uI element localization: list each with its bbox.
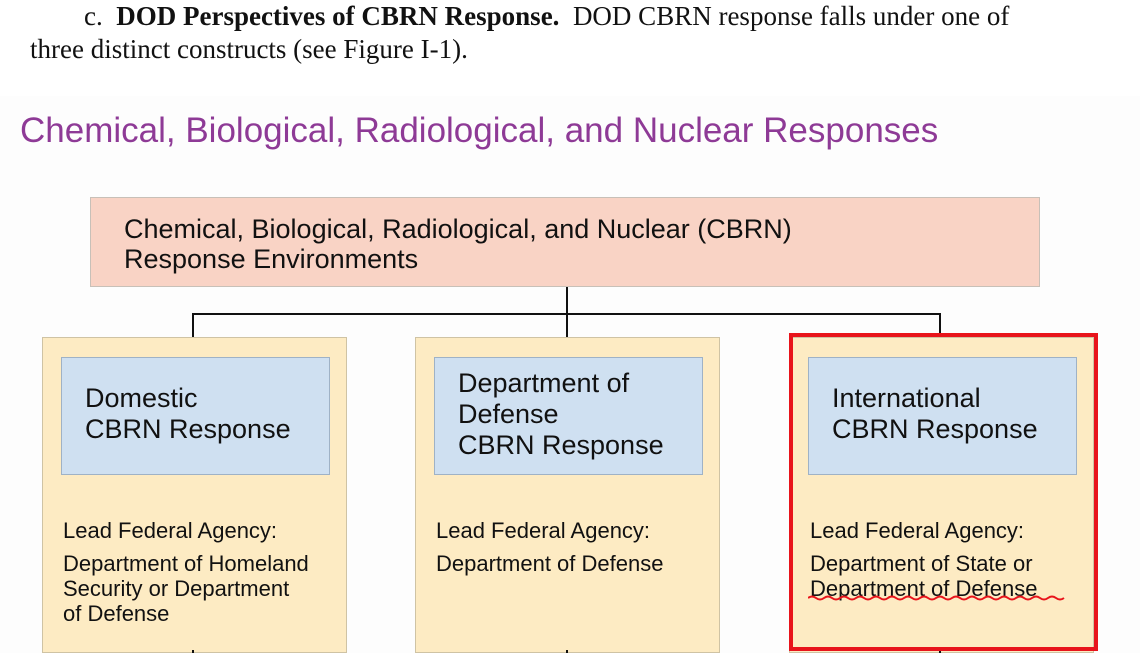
figure-title: Chemical, Biological, Radiological, and … (20, 111, 939, 150)
column-department-of-defense: Department of Defense CBRN Response Lead… (415, 337, 720, 653)
lead-agency-text: Lead Federal Agency: Department of Defen… (436, 518, 663, 576)
root-line-1: Chemical, Biological, Radiological, and … (124, 214, 792, 244)
document-paragraph: c. DOD Perspectives of CBRN Response. DO… (30, 0, 1130, 66)
lead-agency-line: Department of Homeland (63, 551, 309, 576)
connector-horizontal (192, 313, 941, 315)
lead-agency-label: Lead Federal Agency: (63, 518, 278, 543)
lead-agency-text: Lead Federal Agency: Department of Homel… (63, 518, 309, 626)
column-title-line: Domestic (85, 383, 198, 413)
column-title-line: CBRN Response (458, 430, 664, 460)
spellcheck-underline (808, 595, 1065, 601)
paragraph-body-1: DOD CBRN response falls under one of (572, 1, 1010, 31)
lead-agency-line: of Defense (63, 601, 170, 626)
lead-agency-line: Department of Defense (436, 551, 664, 576)
column-title-box: Domestic CBRN Response (61, 357, 330, 475)
column-domestic: Domestic CBRN Response Lead Federal Agen… (42, 337, 347, 653)
lead-agency-label: Lead Federal Agency: (436, 518, 651, 543)
column-title-box: Department of Defense CBRN Response (434, 357, 703, 475)
root-line-2: Response Environments (124, 244, 419, 274)
highlight-box (789, 333, 1098, 651)
connector-left-drop (192, 313, 194, 337)
paragraph-prefix: c. (84, 1, 103, 31)
root-box: Chemical, Biological, Radiological, and … (90, 197, 1040, 287)
paragraph-line-2: three distinct constructs (see Figure I-… (30, 34, 468, 64)
column-title-line: Defense (458, 399, 559, 429)
connector-root-stem (566, 287, 568, 337)
lead-agency-line: Security or Department (63, 576, 290, 601)
column-title-line: CBRN Response (85, 414, 291, 444)
paragraph-line-1: c. DOD Perspectives of CBRN Response. DO… (30, 0, 1130, 33)
column-title-line: Department of (458, 368, 630, 398)
paragraph-heading: DOD Perspectives of CBRN Response. (116, 1, 560, 31)
